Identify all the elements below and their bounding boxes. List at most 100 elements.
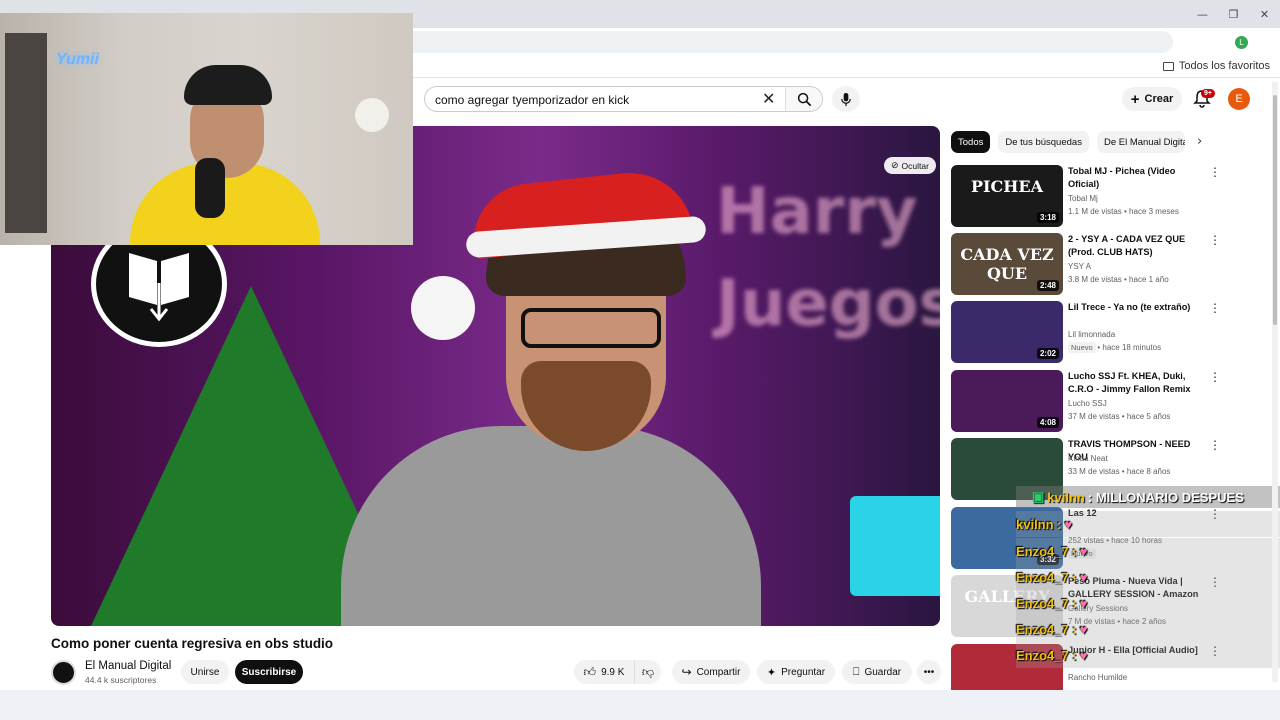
recommended-meta: 37 M de vistas • hace 5 años	[1068, 412, 1171, 421]
cyan-light-panel	[850, 496, 940, 596]
all-bookmarks-folder[interactable]: Todos los favoritos	[1162, 60, 1270, 72]
skeleton-decoration	[355, 98, 389, 132]
recommended-channel[interactable]: Rancho Humilde	[1068, 673, 1127, 682]
like-count: 9.9 K	[601, 666, 625, 678]
presenter-glasses	[521, 308, 661, 348]
folder-icon	[1162, 61, 1174, 71]
chat-line-user: Enzo4_7 :	[1016, 621, 1077, 637]
video-thumbnail[interactable]: 2:02	[951, 301, 1063, 363]
chat-username: kvilnn	[1047, 489, 1085, 505]
all-bookmarks-label: Todos los favoritos	[1178, 60, 1270, 72]
neon-sign: Yumii	[56, 51, 99, 68]
address-bar[interactable]	[413, 31, 1173, 53]
chat-line-user: kvilnn :	[1016, 516, 1062, 532]
recommended-meta: 3.8 M de vistas • hace 1 año	[1068, 275, 1169, 284]
search-button[interactable]	[785, 86, 823, 112]
recommended-meta: 1.1 M de vistas • hace 3 meses	[1068, 207, 1179, 216]
restore-icon[interactable]: ❐	[1218, 0, 1249, 28]
more-horizontal-icon: •••	[923, 666, 935, 678]
browser-profile-avatar[interactable]: L	[1235, 36, 1248, 49]
voice-search-button[interactable]	[832, 86, 860, 112]
video-thumbnail[interactable]: PICHEA 3:18	[951, 165, 1063, 227]
neon-text-juegos: Juegos	[716, 267, 940, 341]
streamer-cap	[184, 65, 272, 105]
santa-hat-pompom	[411, 276, 475, 340]
bookmark-icon: ⎕	[852, 665, 860, 678]
thumbs-up-icon: 👍︎	[583, 664, 597, 679]
chat-line-user: Enzo4_7 :	[1016, 595, 1077, 611]
hide-overlay-button[interactable]: ⊘ Ocultar	[884, 157, 936, 174]
channel-avatar[interactable]	[51, 660, 76, 685]
recommended-channel[interactable]: Kinda Neat	[1068, 454, 1108, 463]
recommended-video[interactable]: PICHEA 3:18 Tobal MJ - Pichea (Video Ofi…	[951, 165, 1271, 227]
chat-line: kvilnn : ♥	[1016, 514, 1072, 534]
video-duration: 2:02	[1036, 348, 1059, 359]
search-input[interactable]: como agregar tyemporizador en kick	[424, 86, 786, 112]
more-options-icon[interactable]: ⋮	[1209, 301, 1221, 315]
chat-line: Enzo4_7 : ♥	[1016, 593, 1087, 613]
search-icon	[797, 92, 811, 106]
recommended-channel[interactable]: Lil limonnada	[1068, 330, 1115, 339]
ask-button[interactable]: ✦ Preguntar	[757, 660, 835, 684]
minimize-icon[interactable]: —	[1187, 0, 1218, 28]
chat-badge-icon: ▣	[1032, 489, 1045, 504]
more-options-icon[interactable]: ⋮	[1209, 165, 1221, 179]
video-duration: 2:48	[1036, 280, 1059, 291]
clear-search-icon[interactable]: ✕	[762, 89, 775, 108]
chat-line: Enzo4_7 : ♥	[1016, 645, 1087, 665]
more-options-icon[interactable]: ⋮	[1209, 370, 1221, 384]
chat-highlight-message: ▣ kvilnn : MILLONARIO DESPUES	[1016, 486, 1280, 508]
recommended-channel[interactable]: YSY A	[1068, 262, 1091, 271]
like-button[interactable]: 👍︎ 9.9 K	[574, 660, 634, 684]
recommended-title[interactable]: Tobal MJ - Pichea (Video Oficial)	[1068, 165, 1204, 191]
heart-emote-icon: ♥	[1064, 516, 1073, 532]
create-label: Crear	[1144, 93, 1174, 105]
subscriber-count: 44.4 k suscriptores	[85, 675, 157, 685]
heart-emote-icon: ♥	[1079, 569, 1088, 585]
more-actions-button[interactable]: •••	[917, 660, 941, 684]
channel-name[interactable]: El Manual Digital	[85, 660, 171, 672]
heart-emote-icon: ♥	[1079, 647, 1088, 663]
chat-line: Enzo4_7 : ♥	[1016, 567, 1087, 587]
recommended-video[interactable]: 2:02 Lil Trece - Ya no (te extraño) Lil …	[951, 301, 1271, 363]
save-button[interactable]: ⎕ Guardar	[842, 660, 912, 684]
chat-line-user: Enzo4_7 :	[1016, 543, 1077, 559]
streamer-microphone	[195, 158, 225, 218]
join-button[interactable]: Unirse	[181, 660, 229, 684]
chip-all[interactable]: Todos	[951, 131, 991, 153]
recommended-channel[interactable]: Tobal Mj	[1068, 194, 1098, 203]
neon-text-harry: Harry	[716, 175, 918, 249]
new-badge: Nuevo	[1068, 342, 1096, 353]
recommended-video[interactable]: 4:08 Lucho SSJ Ft. KHEA, Duki, C.R.O - J…	[951, 370, 1271, 432]
notification-count-badge: 9+	[1201, 89, 1215, 98]
recommended-title[interactable]: 2 - YSY A - CADA VEZ QUE (Prod. CLUB HAT…	[1068, 233, 1204, 259]
sparkle-icon: ✦	[766, 666, 777, 679]
recommended-channel[interactable]: Lucho SSJ	[1068, 399, 1107, 408]
plus-icon: +	[1130, 90, 1140, 108]
video-thumbnail[interactable]: 4:08	[951, 370, 1063, 432]
dislike-button[interactable]: 👎︎	[634, 660, 661, 684]
subscribe-button[interactable]: Suscribirse	[235, 660, 303, 684]
recommended-meta: 33 M de vistas • hace 8 años	[1068, 467, 1171, 476]
more-options-icon[interactable]: ⋮	[1209, 233, 1221, 247]
create-button[interactable]: + Crear	[1122, 87, 1182, 111]
recommended-title[interactable]: Lil Trece - Ya no (te extraño)	[1068, 301, 1204, 314]
scrollbar-thumb[interactable]	[1273, 95, 1277, 325]
share-label: Compartir	[696, 666, 741, 678]
account-avatar[interactable]: E	[1228, 88, 1250, 110]
recommended-video[interactable]: CADA VEZ QUE 2:48 2 - YSY A - CADA VEZ Q…	[951, 233, 1271, 295]
video-thumbnail[interactable]: CADA VEZ QUE 2:48	[951, 233, 1063, 295]
thumbs-down-icon: 👎︎	[641, 664, 655, 679]
chat-line-user: Enzo4_7 :	[1016, 569, 1077, 585]
share-button[interactable]: ↪ Compartir	[672, 660, 750, 684]
chat-line: Enzo4_7 : ♥	[1016, 541, 1087, 561]
chevron-right-icon[interactable]: ›	[1197, 134, 1202, 149]
more-options-icon[interactable]: ⋮	[1209, 438, 1221, 452]
chip-from-channel[interactable]: De El Manual Digita	[1096, 131, 1185, 153]
chat-line-user: Enzo4_7 :	[1016, 647, 1077, 663]
chat-message: : MILLONARIO DESPUES	[1087, 489, 1244, 505]
book-logo-icon	[129, 253, 189, 322]
recommended-title[interactable]: Lucho SSJ Ft. KHEA, Duki, C.R.O - Jimmy …	[1068, 370, 1204, 396]
close-window-icon[interactable]: ✕	[1249, 0, 1280, 28]
chip-from-searches[interactable]: De tus búsquedas	[998, 131, 1089, 153]
